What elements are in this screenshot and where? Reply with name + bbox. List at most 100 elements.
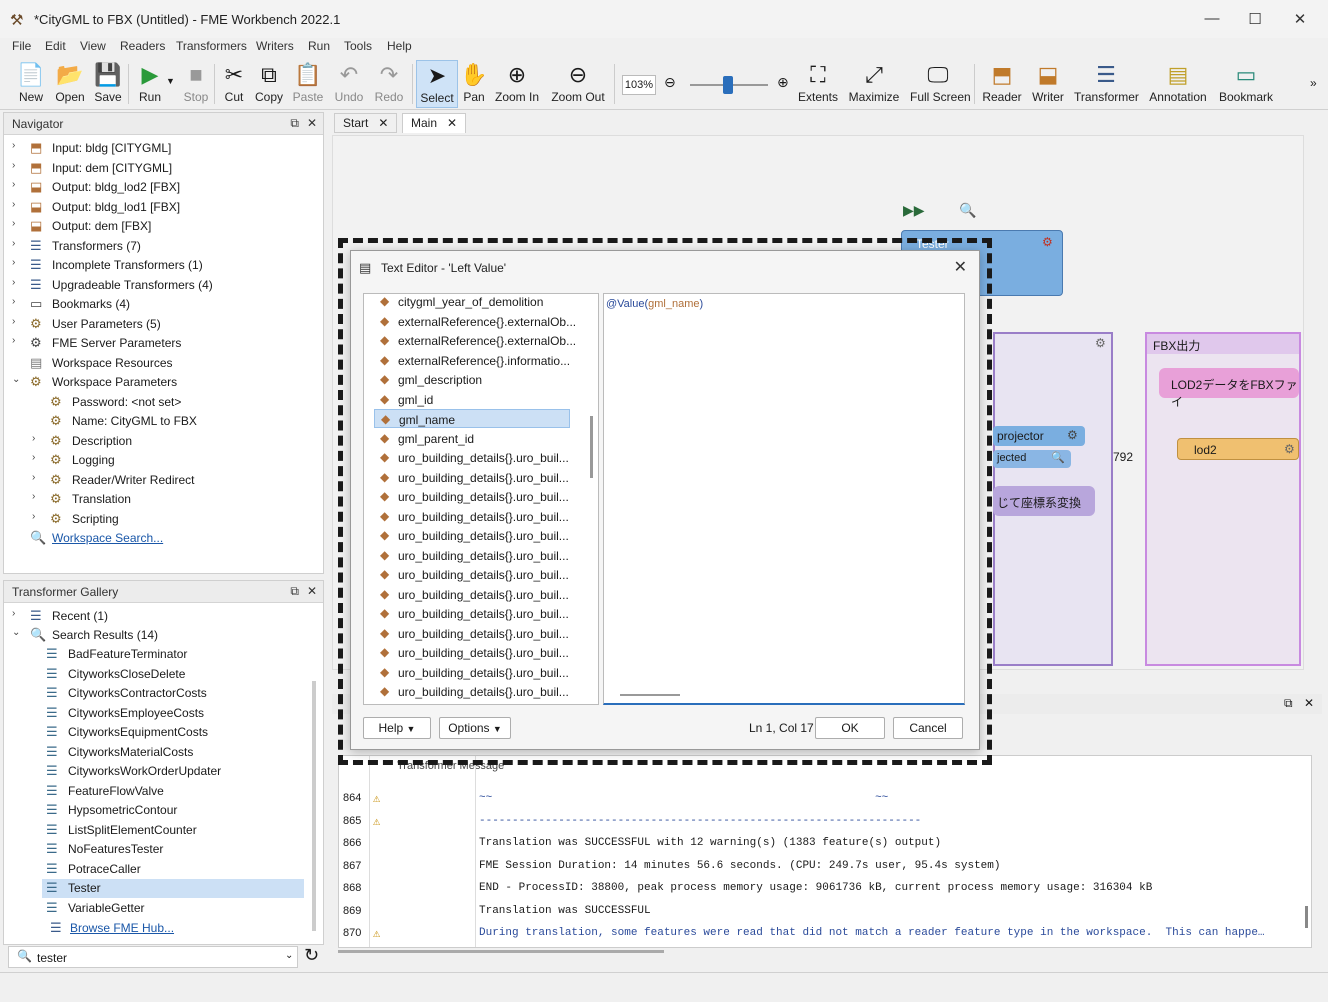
cancel-button[interactable]: Cancel <box>893 717 963 739</box>
gear-icon[interactable]: ⚙ <box>1095 336 1106 350</box>
close-tab-icon[interactable]: ✕ <box>447 116 457 130</box>
gallery-transformer-item[interactable]: ☰ CityworksWorkOrderUpdater <box>42 762 304 781</box>
menu-edit[interactable]: Edit <box>45 39 66 53</box>
zoom-in-button[interactable]: ⊕ Zoom In <box>494 60 540 108</box>
menu-view[interactable]: View <box>80 39 106 53</box>
inspect-icon[interactable]: 🔍 <box>1051 451 1065 464</box>
full-screen-button[interactable]: 🖵 Full Screen <box>910 60 971 108</box>
zoom-plus-icon[interactable]: ⊕ <box>777 74 789 91</box>
attribute-item[interactable]: ◆ citygml_year_of_demolition <box>374 294 570 311</box>
chevron-down-icon[interactable]: ⌄ <box>285 950 293 961</box>
navigator-item[interactable]: › ☰ Transformers (7) <box>12 237 302 256</box>
gallery-transformer-item[interactable]: ☰ CityworksEquipmentCosts <box>42 723 304 742</box>
close-dialog-button[interactable]: ✕ <box>954 257 967 277</box>
menu-tools[interactable]: Tools <box>344 39 372 53</box>
rejected-port[interactable]: jected 🔍 <box>993 450 1071 468</box>
navigator-item[interactable]: 🔍 Workspace Search... <box>12 529 302 548</box>
expand-arrow-icon[interactable]: › <box>12 277 22 288</box>
gear-icon[interactable]: ⚙ <box>1067 428 1078 442</box>
attribute-item[interactable]: ◆ uro_building_details{}.uro_buil... <box>374 468 570 487</box>
attribute-item[interactable]: ◆ gml_parent_id <box>374 429 570 448</box>
add-annotation-button[interactable]: ▤ Annotation <box>1148 60 1208 108</box>
navigator-item[interactable]: › ☰ Incomplete Transformers (1) <box>12 256 302 275</box>
menu-file[interactable]: File <box>12 39 31 53</box>
gallery-transformer-item[interactable]: ☰ BadFeatureTerminator <box>42 645 304 664</box>
navigator-item[interactable]: › ⬒ Input: dem [CITYGML] <box>12 159 302 178</box>
zoom-slider-thumb[interactable] <box>723 76 733 94</box>
attribute-item[interactable]: ◆ uro_building_details{}.uro_buil... <box>374 643 570 662</box>
run-button[interactable]: ▶ Run <box>134 60 166 108</box>
ok-button[interactable]: OK <box>815 717 885 739</box>
gallery-scrollbar[interactable] <box>312 681 316 931</box>
gear-icon[interactable]: ⚙ <box>1284 442 1295 456</box>
expand-arrow-icon[interactable]: › <box>12 335 22 346</box>
expand-arrow-icon[interactable]: › <box>12 179 22 190</box>
navigator-item[interactable]: › ⚙ Reader/Writer Redirect <box>32 471 322 490</box>
stop-button[interactable]: ■ Stop <box>180 60 212 108</box>
maximize-button[interactable]: ☐ <box>1245 10 1265 30</box>
close-panel-icon[interactable]: ✕ <box>1304 696 1314 710</box>
navigator-item[interactable]: ▤ Workspace Resources <box>12 354 302 373</box>
gallery-search-input[interactable]: 🔍 tester ⌄ <box>8 946 298 968</box>
expand-arrow-icon[interactable]: › <box>12 608 22 619</box>
navigator-item[interactable]: › ⚙ Description <box>32 432 322 451</box>
expand-arrow-icon[interactable]: › <box>12 257 22 268</box>
attribute-item[interactable]: ◆ gml_description <box>374 370 570 389</box>
attribute-item[interactable]: ◆ uro_building_details{}.uro_buil... <box>374 507 570 526</box>
reprojector-node[interactable]: projector ⚙ <box>993 426 1085 446</box>
menu-transformers[interactable]: Transformers <box>176 39 247 53</box>
attribute-item[interactable]: ◆ uro_building_details{}.uro_buil... <box>374 624 570 643</box>
annotation-reprojection[interactable]: じて座標系変換 <box>993 486 1095 516</box>
close-tab-icon[interactable]: ✕ <box>378 116 388 130</box>
navigator-item[interactable]: › ⚙ User Parameters (5) <box>12 315 302 334</box>
redo-button[interactable]: ↷ Redo <box>370 60 408 108</box>
collapse-arrow-icon[interactable]: ⌄ <box>12 627 22 638</box>
expand-arrow-icon[interactable]: › <box>12 238 22 249</box>
menu-help[interactable]: Help <box>387 39 412 53</box>
copy-button[interactable]: ⧉ Copy <box>252 60 286 108</box>
expand-arrow-icon[interactable]: › <box>12 160 22 171</box>
navigator-item[interactable]: › ⚙ FME Server Parameters <box>12 334 302 353</box>
expression-text[interactable]: @Value(gml_name) <box>606 298 703 310</box>
refresh-icon[interactable]: ↻ <box>304 945 319 966</box>
collapse-arrow-icon[interactable]: ⌄ <box>12 374 22 385</box>
add-reader-button[interactable]: ⬒ Reader <box>982 60 1022 108</box>
attribute-item[interactable]: ◆ externalReference{}.externalOb... <box>374 312 576 331</box>
navigator-item[interactable]: ⚙ Password: <not set> <box>32 393 322 412</box>
inspect-icon[interactable]: 🔍 <box>959 202 976 219</box>
log-h-scrollbar[interactable] <box>338 950 664 953</box>
paste-button[interactable]: 📋 Paste <box>290 60 326 108</box>
navigator-item[interactable]: › ⬓ Output: bldg_lod1 [FBX] <box>12 198 302 217</box>
attribute-item[interactable]: ◆ uro_building_details{}.uro_buil... <box>374 663 570 682</box>
run-to-this-icon[interactable]: ▶▶ <box>903 202 925 219</box>
gallery-transformer-item[interactable]: ☰ FeatureFlowValve <box>42 782 304 801</box>
help-dropdown-button[interactable]: Help ▼ <box>363 717 431 739</box>
attribute-item[interactable]: ◆ externalReference{}.informatio... <box>374 351 570 370</box>
add-writer-button[interactable]: ⬓ Writer <box>1030 60 1066 108</box>
gallery-transformer-item[interactable]: ☰ NoFeaturesTester <box>42 840 304 859</box>
tab-main[interactable]: Main ✕ <box>402 113 467 133</box>
zoom-out-button[interactable]: ⊖ Zoom Out <box>550 60 606 108</box>
gallery-transformer-item[interactable]: ☰ CityworksEmployeeCosts <box>42 704 304 723</box>
select-button[interactable]: ➤ Select <box>416 60 458 108</box>
expand-arrow-icon[interactable]: › <box>12 140 22 151</box>
attribute-item[interactable]: ◆ uro_building_details{}.uro_buil... <box>374 546 570 565</box>
gallery-search-results[interactable]: ⌄ 🔍 Search Results (14) <box>12 626 312 645</box>
editor-h-scrollbar[interactable] <box>620 694 680 696</box>
expand-arrow-icon[interactable]: › <box>32 511 42 522</box>
navigator-item[interactable]: › ⬓ Output: dem [FBX] <box>12 217 302 236</box>
expand-arrow-icon[interactable]: › <box>32 452 42 463</box>
float-panel-icon[interactable]: ⧉ <box>290 116 299 131</box>
minimize-button[interactable]: — <box>1202 10 1222 30</box>
navigator-item[interactable]: › ⚙ Logging <box>32 451 322 470</box>
navigator-item[interactable]: › ⚙ Scripting <box>32 510 322 529</box>
attribute-item[interactable]: ◆ externalReference{}.externalOb... <box>374 331 576 350</box>
tab-start[interactable]: Start ✕ <box>334 113 398 133</box>
add-transformer-button[interactable]: ☰ Transformer <box>1074 60 1139 108</box>
attribute-list[interactable]: ◆ citygml_year_of_demolition ◆ externalRefe… <box>363 293 599 705</box>
attribute-item[interactable]: ◆ uro_building_details{}.uro_buil... <box>374 448 570 467</box>
zoom-minus-icon[interactable]: ⊖ <box>664 74 676 91</box>
gallery-transformer-item[interactable]: ☰ CityworksCloseDelete <box>42 665 304 684</box>
open-button[interactable]: 📂 Open <box>52 60 88 108</box>
navigator-item-label[interactable]: Workspace Search... <box>52 531 163 545</box>
